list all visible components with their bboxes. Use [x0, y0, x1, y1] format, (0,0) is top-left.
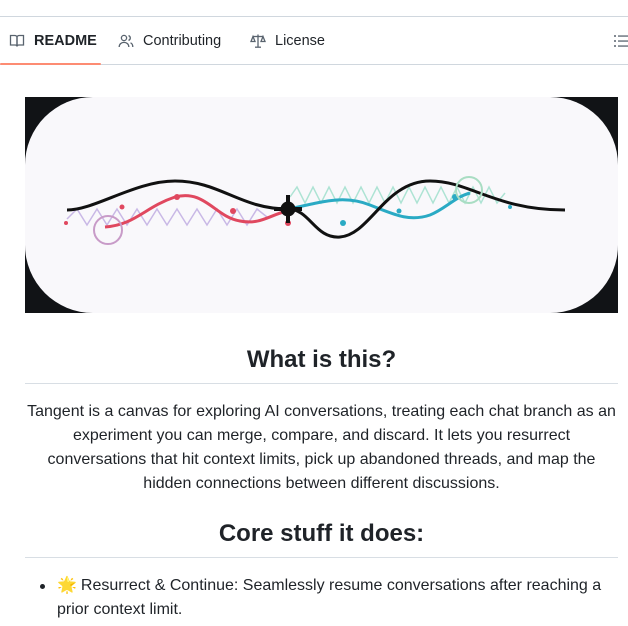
tab-license[interactable]: License [250, 17, 325, 64]
glowing-star-icon: 🌟 [57, 577, 77, 594]
book-icon [9, 34, 25, 47]
teal-dot [340, 220, 346, 226]
banner-card [25, 97, 618, 313]
tab-readme[interactable]: README [0, 17, 101, 65]
project-banner-image [25, 97, 618, 313]
description-paragraph: Tangent is a canvas for exploring AI con… [27, 403, 616, 492]
tab-readme-label: README [34, 32, 97, 49]
tangent-logo-illustration [25, 97, 618, 313]
readme-tab-bar: README Contributing License [0, 17, 628, 65]
teal-dot [508, 205, 512, 209]
red-dot [230, 208, 236, 214]
tab-contributing[interactable]: Contributing [118, 17, 221, 64]
red-dot [174, 194, 180, 200]
feature-text: Resurrect & Continue: Seamlessly resume … [57, 577, 602, 618]
heading-what-is-this: What is this? [25, 346, 618, 384]
teal-dot [396, 208, 402, 214]
red-dot [119, 204, 125, 210]
tab-contributing-label: Contributing [143, 32, 222, 49]
outline-button[interactable] [614, 32, 628, 50]
tab-license-label: License [275, 32, 325, 49]
list-unordered-icon [614, 35, 628, 47]
heading-core-features: Core stuff it does: [25, 520, 618, 558]
list-item: 🌟 Resurrect & Continue: Seamlessly resume… [25, 574, 618, 622]
people-icon [118, 34, 134, 47]
red-dot [64, 221, 68, 225]
feature-list: 🌟 Resurrect & Continue: Seamlessly resume… [25, 574, 618, 622]
law-icon [250, 34, 266, 48]
